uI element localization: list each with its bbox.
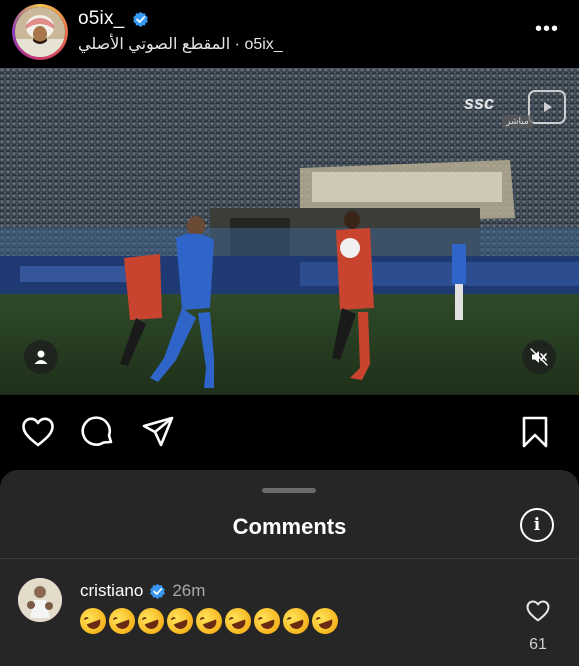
sheet-drag-handle[interactable] [262, 488, 316, 493]
rolling-on-the-floor-laughing-emoji [76, 604, 110, 638]
comment-text [76, 604, 342, 638]
comments-title: Comments [232, 514, 347, 539]
author-avatar-image [15, 7, 65, 57]
reel-screen: o5ix_ المقطع الصوتي الأصلي · o5ix_ ••• s… [0, 0, 579, 666]
author-avatar[interactable] [12, 4, 68, 60]
rolling-on-the-floor-laughing-emoji [134, 604, 168, 638]
info-icon[interactable]: i [520, 508, 554, 542]
rolling-on-the-floor-laughing-emoji [279, 604, 313, 638]
comment-timestamp: 26m [172, 581, 206, 600]
comment-icon[interactable] [80, 414, 116, 450]
heart-icon[interactable] [20, 414, 56, 450]
commenter-avatar[interactable] [18, 578, 62, 622]
post-header: o5ix_ المقطع الصوتي الأصلي · o5ix_ ••• [0, 0, 579, 68]
sheet-divider [0, 558, 579, 559]
rolling-on-the-floor-laughing-emoji [163, 604, 197, 638]
video-player[interactable]: ssc مباشر [0, 68, 579, 395]
rolling-on-the-floor-laughing-emoji [221, 604, 255, 638]
share-icon[interactable] [140, 414, 176, 450]
author-username[interactable]: o5ix_ [78, 8, 124, 30]
comment-heart-icon[interactable] [525, 598, 551, 624]
verified-badge-icon [133, 11, 149, 27]
mute-icon[interactable] [522, 340, 556, 374]
comment-like-count: 61 [529, 636, 547, 653]
post-actions-bar [0, 400, 579, 466]
broadcaster-logo: ssc [464, 93, 495, 113]
more-options-icon[interactable]: ••• [535, 18, 559, 41]
bookmark-icon[interactable] [517, 414, 553, 450]
rolling-on-the-floor-laughing-emoji [192, 604, 226, 638]
verified-badge-icon [150, 583, 166, 599]
broadcaster-play-badge-icon [528, 90, 566, 124]
original-audio-link[interactable]: المقطع الصوتي الأصلي · o5ix_ [78, 34, 283, 54]
rolling-on-the-floor-laughing-emoji [250, 604, 284, 638]
comments-sheet: Comments i cristiano 26m 61 [0, 470, 579, 666]
video-frame-image [0, 68, 579, 395]
comment-item: cristiano 26m 61 [0, 570, 579, 666]
commenter-username[interactable]: cristiano [80, 581, 143, 601]
rolling-on-the-floor-laughing-emoji [105, 604, 139, 638]
tagged-users-icon[interactable] [24, 340, 58, 374]
live-badge: مباشر [502, 115, 533, 128]
rolling-on-the-floor-laughing-emoji [308, 604, 342, 638]
